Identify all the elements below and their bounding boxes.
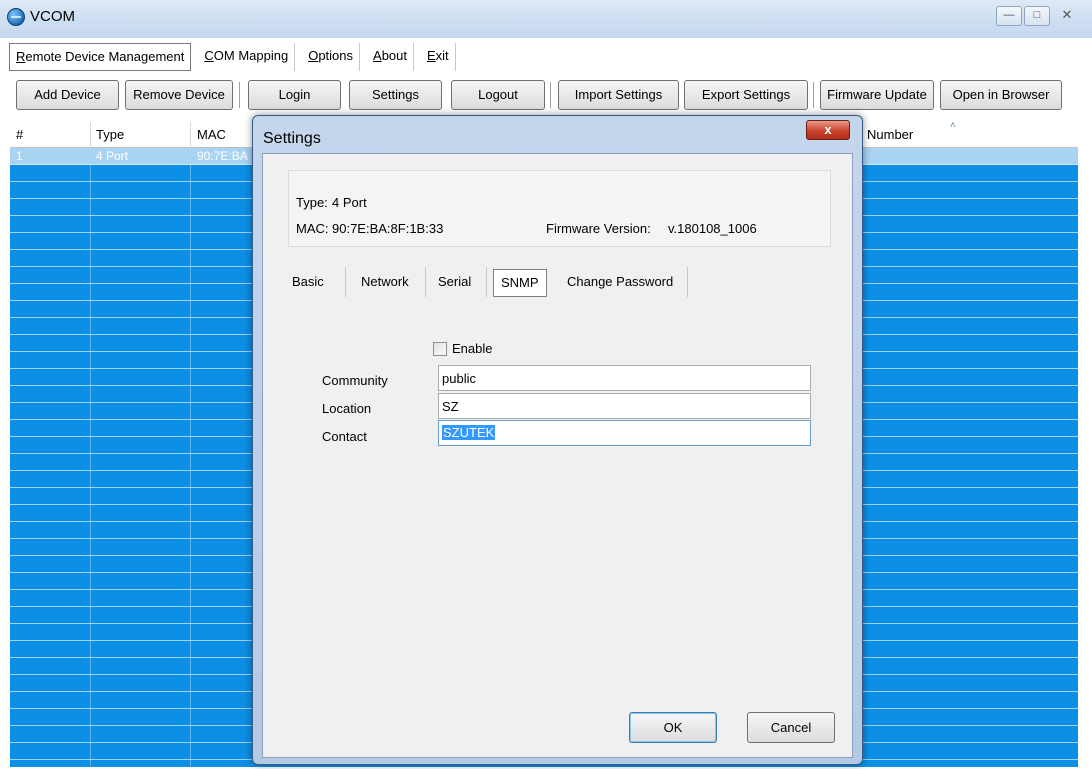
login-button[interactable]: Login — [248, 80, 341, 110]
toolbar-separator — [813, 82, 815, 108]
toolbar: Add Device Remove Device Login Settings … — [0, 76, 1092, 116]
menu-options[interactable]: Options — [302, 43, 361, 71]
column-header-mac[interactable]: MAC — [197, 127, 226, 142]
tab-change-password[interactable]: Change Password — [563, 267, 688, 297]
cell-type: 4 Port — [96, 149, 129, 163]
settings-button[interactable]: Settings — [349, 80, 442, 110]
tab-network[interactable]: Network — [357, 267, 426, 297]
maximize-icon[interactable]: □ — [1024, 6, 1050, 26]
sort-arrow-icon: ˄ — [950, 122, 956, 131]
add-device-button[interactable]: Add Device — [16, 80, 119, 110]
remove-device-button[interactable]: Remove Device — [125, 80, 233, 110]
cancel-button[interactable]: Cancel — [747, 712, 835, 743]
dialog-close-button[interactable]: x — [806, 120, 850, 140]
dialog-body: Type: 4 Port MAC: 90:7E:BA:8F:1B:33 Firm… — [262, 153, 853, 758]
title-bar: VCOM ― □ ✕ — [0, 0, 1092, 38]
window-title: VCOM — [30, 8, 75, 25]
window-controls: ― □ ✕ — [996, 6, 1082, 26]
minimize-icon[interactable]: ― — [996, 6, 1022, 26]
menu-bar: Remote Device Management COM Mapping Opt… — [9, 43, 463, 71]
firmware-update-button[interactable]: Firmware Update — [820, 80, 934, 110]
menu-about[interactable]: About — [367, 43, 414, 71]
column-header-index[interactable]: # — [16, 127, 23, 142]
contact-selected-text: SZUTEK — [442, 425, 496, 440]
column-header-number[interactable]: Number — [867, 127, 913, 142]
menu-com-mapping[interactable]: COM Mapping — [198, 43, 296, 71]
dialog-title: Settings — [263, 130, 321, 147]
export-settings-button[interactable]: Export Settings — [684, 80, 808, 110]
cell-mac: 90:7E:BA — [197, 149, 248, 163]
location-input[interactable] — [438, 393, 811, 419]
cell-index: 1 — [16, 149, 23, 163]
type-label: Type: — [296, 195, 328, 210]
close-window-icon[interactable]: ✕ — [1052, 6, 1082, 26]
firmware-version-label: Firmware Version: — [546, 221, 651, 236]
column-header-type[interactable]: Type — [96, 127, 124, 142]
ok-button[interactable]: OK — [629, 712, 717, 743]
column-divider[interactable] — [90, 122, 91, 148]
column-divider[interactable] — [190, 122, 191, 148]
settings-dialog: Settings x Type: 4 Port MAC: 90:7E:BA:8F… — [252, 115, 863, 765]
open-in-browser-button[interactable]: Open in Browser — [940, 80, 1062, 110]
location-label: Location — [322, 401, 372, 416]
contact-label: Contact — [322, 429, 367, 444]
contact-input[interactable]: SZUTEK — [438, 420, 811, 446]
community-label: Community — [322, 373, 388, 388]
mac-value: 90:7E:BA:8F:1B:33 — [332, 221, 444, 236]
menu-remote-device-management[interactable]: Remote Device Management — [9, 43, 192, 71]
enable-label: Enable — [452, 341, 493, 356]
app-globe-icon — [7, 8, 25, 26]
tab-serial[interactable]: Serial — [434, 267, 487, 297]
tab-basic[interactable]: Basic — [288, 267, 346, 297]
toolbar-separator — [550, 82, 552, 108]
import-settings-button[interactable]: Import Settings — [558, 80, 679, 110]
device-info-panel: Type: 4 Port MAC: 90:7E:BA:8F:1B:33 Firm… — [288, 170, 831, 247]
mac-label: MAC: — [296, 221, 329, 236]
toolbar-separator — [239, 82, 241, 108]
tab-snmp[interactable]: SNMP — [493, 269, 547, 297]
menu-exit[interactable]: Exit — [421, 43, 456, 71]
type-value: 4 Port — [332, 195, 367, 210]
community-input[interactable] — [438, 365, 811, 391]
firmware-version-value: v.180108_1006 — [668, 221, 757, 236]
enable-checkbox[interactable] — [433, 342, 447, 356]
logout-button[interactable]: Logout — [451, 80, 545, 110]
